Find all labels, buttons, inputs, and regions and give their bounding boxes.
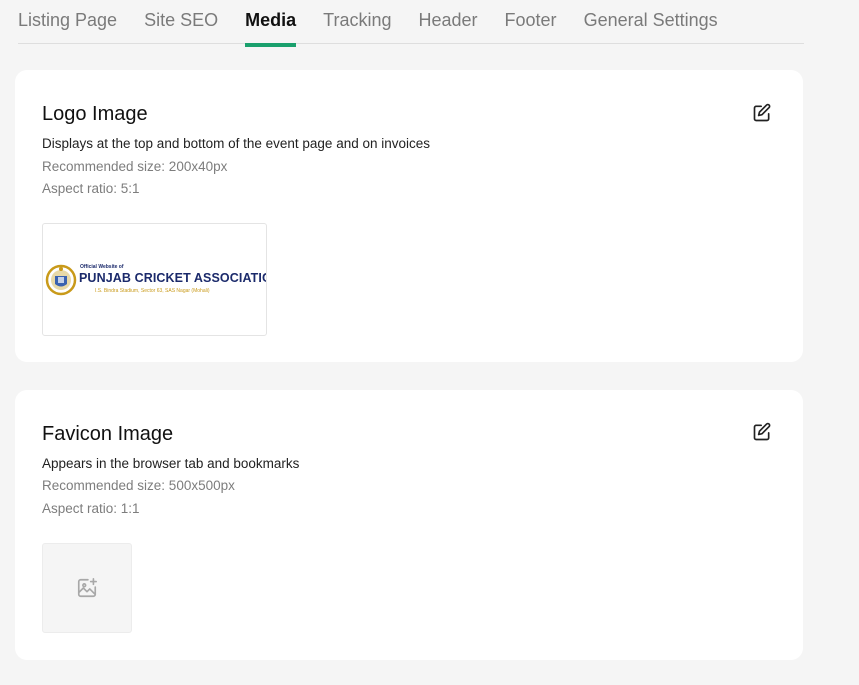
favicon-edit-button[interactable] xyxy=(752,422,772,442)
tab-header[interactable]: Header xyxy=(418,0,477,43)
logo-preview[interactable]: Official Website of PUNJAB CRICKET ASSOC… xyxy=(42,223,267,336)
favicon-image-description: Appears in the browser tab and bookmarks xyxy=(42,456,300,471)
tab-tracking[interactable]: Tracking xyxy=(323,0,391,43)
logo-image-card: Logo Image Displays at the top and botto… xyxy=(15,70,803,362)
logo-aspect-ratio: Aspect ratio: 5:1 xyxy=(42,181,140,196)
favicon-upload-placeholder[interactable] xyxy=(42,543,132,633)
tab-listing-page[interactable]: Listing Page xyxy=(18,0,117,43)
cricket-association-emblem xyxy=(45,264,77,296)
tab-site-seo[interactable]: Site SEO xyxy=(144,0,218,43)
logo-main-text: PUNJAB CRICKET ASSOCIATION xyxy=(79,271,267,285)
tab-general-settings[interactable]: General Settings xyxy=(584,0,718,43)
favicon-image-card: Favicon Image Appears in the browser tab… xyxy=(15,390,803,660)
image-add-icon xyxy=(77,578,97,598)
favicon-image-title: Favicon Image xyxy=(42,423,174,445)
edit-icon xyxy=(753,422,771,441)
favicon-aspect-ratio: Aspect ratio: 1:1 xyxy=(42,501,140,516)
logo-address-text: I.S. Bindra Stadium, Sector 63, SAS Naga… xyxy=(95,288,210,294)
logo-small-text: Official Website of xyxy=(80,264,124,270)
tab-footer[interactable]: Footer xyxy=(505,0,557,43)
logo-edit-button[interactable] xyxy=(752,103,772,123)
edit-icon xyxy=(753,103,771,122)
tab-bar: Listing Page Site SEO Media Tracking Hea… xyxy=(18,0,804,47)
logo-image-title: Logo Image xyxy=(42,103,148,125)
logo-recommended-size: Recommended size: 200x40px xyxy=(42,159,228,174)
logo-image-description: Displays at the top and bottom of the ev… xyxy=(42,136,431,151)
favicon-recommended-size: Recommended size: 500x500px xyxy=(42,478,235,493)
tab-media[interactable]: Media xyxy=(245,0,297,47)
